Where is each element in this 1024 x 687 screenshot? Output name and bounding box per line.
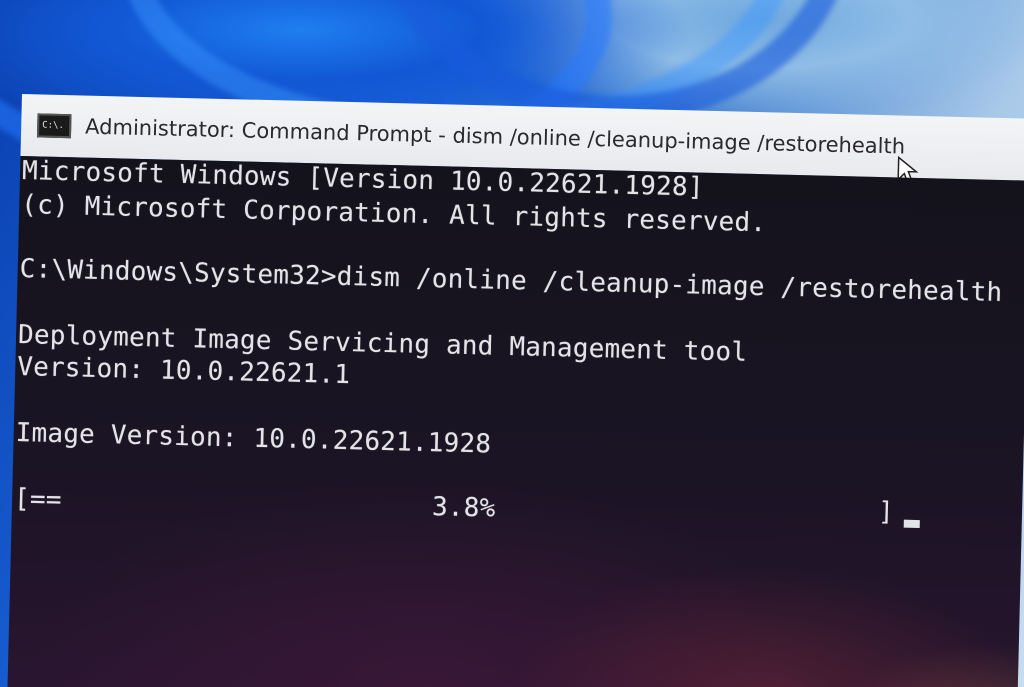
command-prompt-window[interactable]: C:\. Administrator: Command Prompt - dis… [7, 94, 1024, 687]
progress-bar-end: ] [877, 497, 895, 528]
progress-bar-start: [== [13, 483, 63, 516]
progress-percent: 3.8% [431, 492, 496, 524]
console-line-command: C:\Windows\System32>dism /online /cleanu… [19, 254, 1003, 309]
console-output[interactable]: Microsoft Windows [Version 10.0.22621.19… [7, 155, 1024, 687]
text-cursor [903, 519, 920, 529]
cmd-icon: C:\. [36, 113, 72, 139]
desktop-wallpaper: C:\. Administrator: Command Prompt - dis… [0, 0, 1024, 687]
window-title: Administrator: Command Prompt - dism /on… [84, 114, 906, 159]
console-line-tool-version: Version: 10.0.22621.1 [16, 351, 351, 391]
console-line-image-version: Image Version: 10.0.22621.1928 [15, 417, 492, 460]
